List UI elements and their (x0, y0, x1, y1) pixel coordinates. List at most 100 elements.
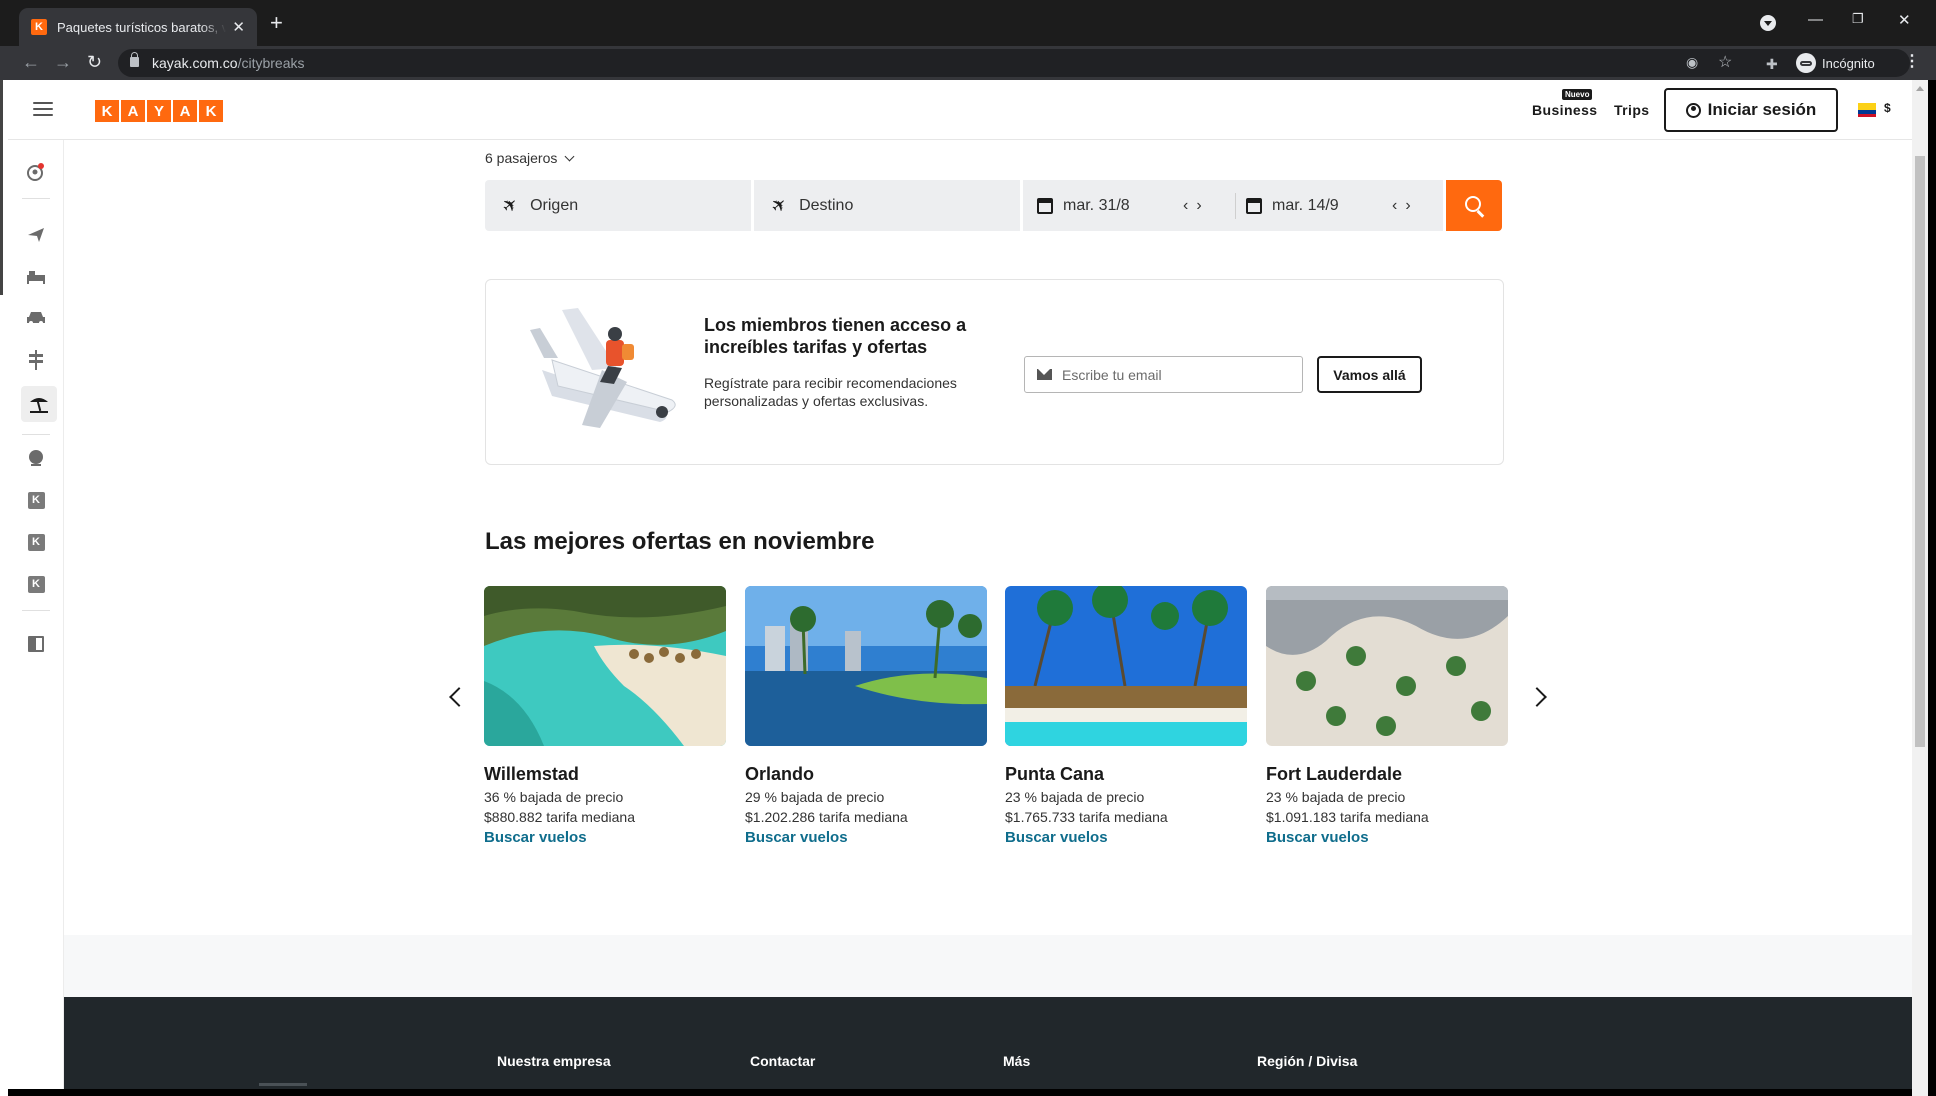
search-icon (1464, 196, 1481, 212)
kayak-logo[interactable]: K A Y A K (95, 100, 223, 122)
explore-icon (29, 350, 43, 370)
sidebar-item-travel-restrictions[interactable] (24, 446, 48, 470)
member-subtitle: Regístrate para recibir recomendaciones … (704, 375, 957, 409)
user-icon (1685, 102, 1701, 118)
depart-date-stepper[interactable]: ‹› (1183, 197, 1210, 215)
kayak-favicon-icon: K (31, 19, 47, 35)
destination-field[interactable]: ✈ Destino (754, 180, 1020, 231)
deal-price-drop: 36 % bajada de precio (484, 789, 624, 805)
restore-icon[interactable]: ❐ (1852, 11, 1864, 27)
deal-image[interactable] (484, 586, 726, 746)
notifications-icon[interactable] (24, 160, 48, 184)
sidebar-item-packages[interactable] (21, 386, 57, 422)
deal-card[interactable]: Willemstad 36 % bajada de precio $880.88… (484, 586, 726, 846)
currency-selector[interactable]: $ (1884, 101, 1891, 115)
return-date-stepper[interactable]: ‹› (1392, 197, 1419, 215)
new-tab-icon[interactable]: + (270, 12, 283, 34)
sidebar-item-cars[interactable] (24, 306, 48, 330)
search-flights-link[interactable]: Buscar vuelos (1005, 829, 1247, 846)
plane-icon: ✈ (767, 192, 792, 218)
deal-image[interactable] (1005, 586, 1247, 746)
deal-image[interactable] (745, 586, 987, 746)
deal-median-fare: $1.202.286 tarifa mediana (745, 809, 908, 825)
business-link[interactable]: Business (1532, 102, 1597, 118)
footer-heading-contact[interactable]: Contactar (750, 1053, 815, 1069)
bookmark-star-icon[interactable]: ☆ (1718, 52, 1732, 72)
logo-letter: A (121, 100, 145, 122)
deal-median-fare: $880.882 tarifa mediana (484, 809, 635, 825)
sidebar-item-app-2[interactable]: K (24, 530, 48, 554)
submit-email-button[interactable]: Vamos allá (1317, 356, 1422, 393)
carousel-next-icon[interactable] (1527, 687, 1547, 707)
logo-letter: A (173, 100, 197, 122)
search-flights-link[interactable]: Buscar vuelos (745, 829, 987, 846)
footer-divider (259, 1083, 307, 1086)
origin-field[interactable]: ✈ Origen (485, 180, 751, 231)
reload-icon[interactable]: ↻ (87, 51, 102, 73)
travel-restrictions-icon (29, 450, 43, 466)
carousel-prev-icon[interactable] (449, 687, 469, 707)
deal-card[interactable]: Orlando 29 % bajada de precio $1.202.286… (745, 586, 987, 846)
depart-date: mar. 31/8 (1063, 196, 1130, 214)
signin-button[interactable]: Iniciar sesión (1664, 88, 1838, 132)
tab-search-icon[interactable] (1760, 15, 1776, 31)
passengers-dropdown[interactable]: 6 pasajeros (485, 150, 575, 166)
deal-city: Orlando (745, 764, 815, 784)
page-scrollbar[interactable] (1912, 80, 1928, 1096)
envelope-icon (1037, 369, 1052, 380)
tab-close-icon[interactable]: ✕ (232, 18, 245, 36)
search-flights-link[interactable]: Buscar vuelos (1266, 829, 1508, 846)
sidebar-item-flights[interactable] (24, 222, 48, 246)
sidebar-item-hotels[interactable] (24, 264, 48, 288)
depart-date-picker[interactable]: mar. 31/8 ‹› (1037, 180, 1223, 231)
browser-tab-strip: K Paquetes turísticos baratos, vuelos ✕ … (0, 0, 1936, 46)
browser-tab[interactable]: K Paquetes turísticos baratos, vuelos ✕ (19, 8, 257, 46)
minimize-icon[interactable]: — (1808, 11, 1823, 28)
lock-icon (130, 52, 139, 67)
deals-title: Las mejores ofertas en noviembre (485, 528, 875, 555)
incognito-profile[interactable]: Incógnito (1796, 53, 1875, 73)
date-range-field: mar. 31/8 ‹› mar. 14/9 ‹› (1023, 180, 1443, 231)
forward-icon[interactable]: → (54, 51, 72, 73)
member-title: Los miembros tienen acceso a increíbles … (704, 315, 967, 357)
sidebar-item-guides[interactable] (24, 632, 48, 656)
deal-image[interactable] (1266, 586, 1508, 746)
passengers-label: 6 pasajeros (485, 150, 558, 166)
scroll-up-icon[interactable] (1916, 86, 1924, 91)
search-flights-link[interactable]: Buscar vuelos (484, 829, 726, 846)
email-placeholder: Escribe tu email (1062, 366, 1162, 383)
tab-title: Paquetes turísticos baratos, vuelos (57, 19, 227, 35)
scrollbar-thumb[interactable] (1915, 156, 1925, 747)
return-date-picker[interactable]: mar. 14/9 ‹› (1246, 180, 1432, 231)
window-close-icon[interactable]: ✕ (1898, 11, 1911, 29)
sidebar-item-explore[interactable] (24, 348, 48, 372)
deal-city: Willemstad (484, 764, 579, 784)
trips-link[interactable]: Trips (1614, 102, 1649, 118)
guides-icon (28, 636, 44, 652)
tracking-protection-icon[interactable]: ◉ (1686, 54, 1698, 71)
footer-heading-company[interactable]: Nuestra empresa (497, 1053, 611, 1069)
email-input[interactable]: Escribe tu email (1024, 356, 1303, 393)
window-edge (0, 80, 8, 1096)
deal-card[interactable]: Punta Cana 23 % bajada de precio $1.765.… (1005, 586, 1247, 846)
sidebar-nav: K K K (8, 140, 64, 1089)
cars-icon (27, 312, 45, 325)
footer-heading-more[interactable]: Más (1003, 1053, 1030, 1069)
search-button[interactable] (1446, 180, 1502, 231)
calendar-icon (1037, 197, 1053, 214)
hamburger-menu-icon[interactable] (33, 102, 53, 116)
deal-card[interactable]: Fort Lauderdale 23 % bajada de precio $1… (1266, 586, 1508, 846)
footer-heading-region[interactable]: Región / Divisa (1257, 1053, 1357, 1069)
packages-icon (30, 398, 48, 413)
flights-icon (28, 228, 44, 242)
extensions-icon[interactable]: ✚ (1766, 56, 1778, 73)
colombia-flag-icon[interactable] (1858, 103, 1876, 117)
address-bar[interactable]: kayak.com.co/citybreaks ◉ ☆ (118, 49, 1910, 77)
logo-letter: K (199, 100, 223, 122)
sidebar-item-app-1[interactable]: K (24, 488, 48, 512)
sidebar-item-app-3[interactable]: K (24, 572, 48, 596)
back-icon[interactable]: ← (22, 51, 40, 73)
return-date: mar. 14/9 (1272, 196, 1339, 214)
browser-menu-icon[interactable]: ⋮ (1904, 52, 1920, 72)
incognito-label: Incógnito (1822, 55, 1875, 71)
